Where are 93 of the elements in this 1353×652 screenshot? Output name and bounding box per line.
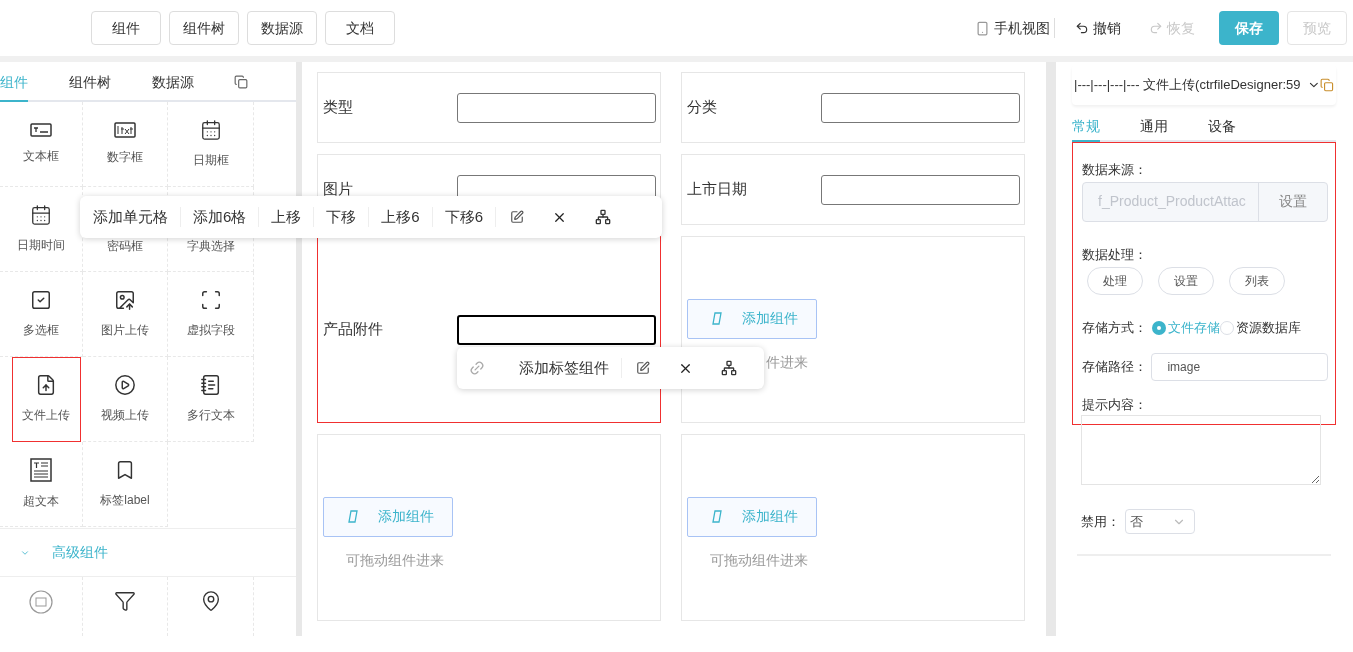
toolbar-button[interactable]: 上移6	[369, 207, 433, 227]
component-tile[interactable]: 超文本	[0, 442, 83, 527]
input-field[interactable]	[457, 92, 656, 123]
scan-icon	[199, 289, 222, 311]
component-tile[interactable]: 多行文本	[168, 357, 254, 442]
input-field[interactable]	[821, 92, 1020, 123]
calendar-icon	[199, 119, 222, 141]
top-nav-button[interactable]: 文档	[325, 11, 395, 45]
form-cell[interactable]: 上市日期	[681, 154, 1025, 225]
component-tile[interactable]: 标签label	[83, 442, 168, 527]
mobile-view-button[interactable]: 手机视图	[975, 18, 1055, 38]
toolbar-button[interactable]: 上移	[259, 207, 315, 227]
copy-icon[interactable]	[234, 75, 248, 89]
section-title: 高级组件	[52, 543, 108, 563]
slanted-box-icon	[348, 510, 358, 523]
tile-label: 标签label	[100, 492, 150, 509]
tile-label: 数字框	[107, 149, 143, 166]
tile-label: 超文本	[23, 493, 59, 510]
image-upload-icon	[114, 289, 136, 311]
copy-icon[interactable]	[1320, 78, 1334, 92]
property-tab[interactable]: 设备	[1208, 116, 1236, 142]
tile-label: 字典选择	[186, 238, 235, 255]
disable-select[interactable]: 否	[1125, 509, 1195, 534]
slanted-box-icon	[712, 510, 722, 523]
slanted-box-icon	[712, 312, 722, 325]
radio-option[interactable]: 资源数据库	[1220, 318, 1301, 338]
component-tile[interactable]: 文件上传	[12, 357, 81, 442]
field-label: 数据处理：	[1082, 245, 1148, 264]
form-cell[interactable]: 分类	[681, 72, 1025, 143]
calendar-icon	[30, 204, 52, 226]
text-lines-icon	[199, 374, 222, 396]
field-label: 存储方式：	[1082, 319, 1148, 337]
tile-label: 视频上传	[101, 407, 149, 424]
toolbar-button[interactable]: 下移	[314, 207, 370, 227]
textbox-icon	[30, 123, 52, 137]
number-box-icon	[114, 122, 136, 138]
component-tile[interactable]: 视频上传	[83, 357, 168, 442]
path-input[interactable]: image	[1151, 352, 1328, 381]
field-label: 类型	[323, 97, 354, 118]
component-tile[interactable]: 图片上传	[83, 272, 168, 357]
undo-icon	[1075, 21, 1089, 35]
edit-icon	[636, 361, 650, 375]
tile-label: 虚拟字段	[186, 322, 235, 339]
tile-label: 多行文本	[186, 407, 235, 424]
component-tile[interactable]: 日期框	[168, 102, 254, 187]
top-nav-button[interactable]: 数据源	[247, 11, 317, 45]
toolbar-button[interactable]: 下移6	[432, 207, 497, 227]
edit-icon	[510, 210, 525, 224]
filter-icon	[114, 590, 136, 613]
field-label: 产品附件	[323, 319, 384, 340]
field-label: 上市日期	[687, 179, 748, 200]
image-circle-icon	[29, 590, 53, 615]
network-icon	[595, 209, 612, 225]
network-icon	[721, 360, 737, 376]
tile-label: 文件上传	[22, 407, 70, 424]
field-label: 图片	[323, 179, 354, 200]
play-icon	[114, 374, 136, 396]
tile-label: 多选框	[23, 322, 59, 339]
field-label: 提示内容：	[1082, 395, 1148, 414]
input-field[interactable]	[821, 174, 1020, 205]
field-label: 存储路径：	[1082, 357, 1148, 376]
drop-hint: 件进来	[766, 352, 809, 372]
checkbox-icon	[30, 289, 52, 311]
field-label: 数据来源：	[1082, 161, 1148, 179]
top-nav-button[interactable]: 组件树	[169, 11, 239, 45]
component-select[interactable]: |---|---|---|--- 文件上传(ctrfileDesigner:59	[1072, 65, 1336, 105]
toolbar-button[interactable]: 添加标签组件	[507, 358, 622, 378]
file-upload-icon	[35, 374, 57, 396]
tile-label: 文本框	[23, 148, 59, 165]
field-label: 禁用：	[1081, 512, 1121, 531]
redo-icon	[1149, 21, 1163, 35]
tile-label: 日期框	[192, 152, 229, 169]
component-tile[interactable]: 多选框	[0, 272, 83, 357]
drop-hint: 可拖动组件进来	[710, 550, 809, 570]
tile-label: 图片上传	[101, 322, 149, 339]
undo-button[interactable]: 撤销	[1075, 18, 1121, 38]
toolbar-button[interactable]: 添加单元格	[81, 207, 181, 227]
phone-icon	[975, 20, 990, 36]
panel-tab[interactable]: 组件树	[69, 72, 111, 102]
panel-tab[interactable]: 数据源	[152, 72, 194, 102]
tile-label: 密码框	[107, 238, 143, 255]
toolbar-button[interactable]: 添加6格	[181, 207, 260, 227]
input-field[interactable]	[457, 314, 656, 345]
form-cell[interactable]: 类型	[317, 72, 661, 143]
component-tile[interactable]: 文本框	[0, 102, 83, 187]
component-tile[interactable]: 数字框	[83, 102, 168, 187]
field-label: 分类	[687, 97, 718, 118]
component-tile[interactable]: 虚拟字段	[168, 272, 254, 357]
top-nav-button[interactable]: 组件	[91, 11, 161, 45]
property-tab[interactable]: 通用	[1140, 116, 1168, 142]
tile-label: 日期时间	[17, 237, 65, 254]
drop-hint: 可拖动组件进来	[346, 550, 445, 570]
rich-text-icon	[30, 458, 52, 482]
